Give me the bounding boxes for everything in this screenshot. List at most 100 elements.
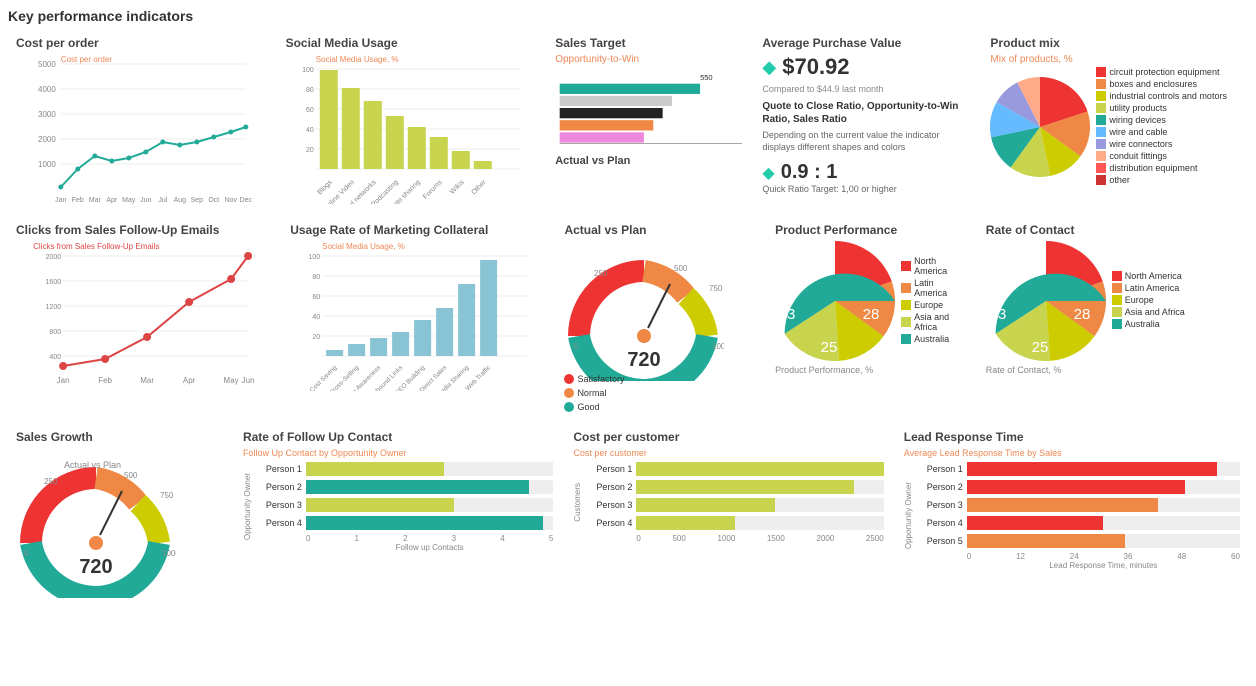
follow-up-track-2	[306, 480, 553, 494]
social-media-chart: Social Media Usage, % 100 80 60 40 20	[286, 54, 536, 204]
cost-customer-person-4: Person 4	[586, 518, 636, 528]
avg-purchase-ratio: 0.9 : 1	[781, 161, 838, 184]
svg-text:Cost per order: Cost per order	[61, 55, 112, 64]
svg-text:2000: 2000	[38, 135, 56, 144]
svg-text:2000: 2000	[46, 254, 62, 261]
actual-vs-plan-card: Actual vs Plan	[556, 217, 763, 420]
cost-customer-person-1: Person 1	[586, 464, 636, 474]
svg-text:500: 500	[674, 264, 688, 273]
row-2: Clicks from Sales Follow-Up Emails Click…	[8, 217, 1248, 420]
social-media-title: Social Media Usage	[286, 36, 536, 50]
clicks-emails-chart: Clicks from Sales Follow-Up Emails 2000 …	[16, 241, 270, 391]
svg-text:40: 40	[306, 127, 314, 134]
svg-text:1200: 1200	[46, 304, 62, 311]
cost-per-customer-y-label: Customers	[573, 483, 582, 522]
svg-text:80: 80	[306, 87, 314, 94]
svg-text:80: 80	[313, 274, 321, 281]
marketing-collateral-card: Usage Rate of Marketing Collateral Socia…	[282, 217, 552, 420]
lead-response-row-2: Person 2	[917, 480, 1240, 494]
sales-growth-gauge: 720 0 250 500 750 1000 Actual vs Plan	[16, 448, 176, 598]
svg-text:23: 23	[989, 306, 1006, 323]
lead-response-title: Lead Response Time	[904, 430, 1240, 444]
avg-purchase-value: $70.92	[782, 54, 849, 80]
diamond-icon: ◆	[762, 57, 776, 78]
product-performance-subtitle: Product Performance, %	[775, 365, 966, 375]
cost-per-customer-card: Cost per customer Cost per customer Cust…	[565, 424, 891, 607]
svg-text:400: 400	[49, 354, 61, 361]
follow-up-contact-subtitle: Follow Up Contact by Opportunity Owner	[243, 448, 553, 458]
rate-of-contact-card: Rate of Contact 28 25 23 17 7 North Amer…	[978, 217, 1248, 420]
sales-target-title: Sales Target	[555, 36, 742, 50]
actual-vs-plan-title: Actual vs Plan	[555, 155, 742, 167]
svg-text:Mar: Mar	[140, 376, 154, 385]
lead-response-track-5	[967, 534, 1240, 548]
svg-text:1000: 1000	[712, 342, 724, 351]
follow-up-track-3	[306, 498, 553, 512]
cost-customer-row-4: Person 4	[586, 516, 883, 530]
cost-customer-row-3: Person 3	[586, 498, 883, 512]
svg-text:60: 60	[313, 294, 321, 301]
svg-text:3000: 3000	[38, 110, 56, 119]
lead-response-person-5: Person 5	[917, 536, 967, 546]
lead-response-person-2: Person 2	[917, 482, 967, 492]
svg-text:25: 25	[1031, 339, 1048, 356]
social-media-card: Social Media Usage Social Media Usage, %…	[278, 30, 544, 213]
cost-customer-track-3	[636, 498, 883, 512]
sales-target-chart: 550 0 250 500 750 1000	[555, 68, 742, 148]
svg-text:0: 0	[574, 342, 579, 351]
cost-customer-bar-1	[636, 462, 883, 476]
svg-text:1600: 1600	[46, 279, 62, 286]
rate-of-contact-pie: 28 25 23 17 7 North America Latin Americ…	[986, 241, 1240, 361]
lead-response-card: Lead Response Time Average Lead Response…	[896, 424, 1248, 607]
cost-per-customer-chart: Customers Person 1 Person 2	[573, 462, 883, 543]
svg-text:4000: 4000	[38, 85, 56, 94]
product-mix-card: Product mix Mix of products, % circuit p…	[982, 30, 1248, 213]
svg-text:Social Media Usage, %: Social Media Usage, %	[315, 55, 398, 64]
cost-customer-person-2: Person 2	[586, 482, 636, 492]
gauge-legend: Satisfactory Normal Good	[564, 374, 755, 414]
rate-of-contact-svg: 28 25 23 17 7	[986, 241, 1106, 361]
svg-text:Social Media Usage, %: Social Media Usage, %	[322, 242, 405, 251]
actual-vs-plan-gauge: 720 0 250 500 750 1000	[564, 241, 724, 381]
svg-text:720: 720	[79, 556, 112, 578]
follow-up-bars: Person 1 Person 2 Person 3	[256, 462, 553, 552]
product-performance-legend: North America Latin America Europe Asia …	[901, 256, 966, 346]
cost-customer-track-4	[636, 516, 883, 530]
cost-customer-person-3: Person 3	[586, 500, 636, 510]
avg-purchase-desc: Depending on the current value the indic…	[762, 130, 970, 153]
svg-text:Clicks from Sales Follow-Up Em: Clicks from Sales Follow-Up Emails	[33, 242, 159, 251]
lead-response-person-1: Person 1	[917, 464, 967, 474]
lead-response-row-4: Person 4	[917, 516, 1240, 530]
lead-response-track-1	[967, 462, 1240, 476]
lead-response-subtitle: Average Lead Response Time by Sales	[904, 448, 1240, 458]
marketing-collateral-chart: Social Media Usage, % 100 80 60 40 20	[290, 241, 544, 391]
svg-text:17: 17	[1001, 258, 1018, 275]
svg-text:20: 20	[306, 147, 314, 154]
svg-text:1000: 1000	[38, 160, 56, 169]
svg-text:Mar: Mar	[89, 197, 102, 204]
marketing-collateral-title: Usage Rate of Marketing Collateral	[290, 223, 544, 237]
lead-response-person-3: Person 3	[917, 500, 967, 510]
sales-target-card: Sales Target Opportunity-to-Win 550 0 25…	[547, 30, 750, 213]
dashboard: Key performance indicators Cost per orde…	[0, 0, 1256, 619]
svg-text:Apr: Apr	[106, 197, 118, 204]
lead-response-bar-3	[967, 498, 1158, 512]
cost-customer-row-1: Person 1	[586, 462, 883, 476]
svg-text:800: 800	[49, 329, 61, 336]
svg-text:250: 250	[44, 477, 58, 486]
follow-up-person-4: Person 4	[256, 518, 306, 528]
follow-up-row-1: Person 1	[256, 462, 553, 476]
opportunity-label: Opportunity-to-Win	[555, 54, 742, 65]
clicks-emails-card: Clicks from Sales Follow-Up Emails Click…	[8, 217, 278, 420]
svg-text:Feb: Feb	[98, 376, 112, 385]
avg-purchase-compare: Compared to $44.9 last month	[762, 84, 970, 94]
product-mix-subtitle: Mix of products, %	[990, 54, 1240, 65]
cost-per-customer-title: Cost per customer	[573, 430, 883, 444]
lead-response-person-4: Person 4	[917, 518, 967, 528]
follow-up-person-1: Person 1	[256, 464, 306, 474]
cost-customer-bar-2	[636, 480, 854, 494]
ratio-note: Quick Ratio Target: 1,00 or higher	[762, 184, 970, 196]
lead-response-bar-4	[967, 516, 1104, 530]
cost-customer-x-axis: 0 500 1000 1500 2000 2500	[586, 534, 883, 543]
lead-response-track-2	[967, 480, 1240, 494]
